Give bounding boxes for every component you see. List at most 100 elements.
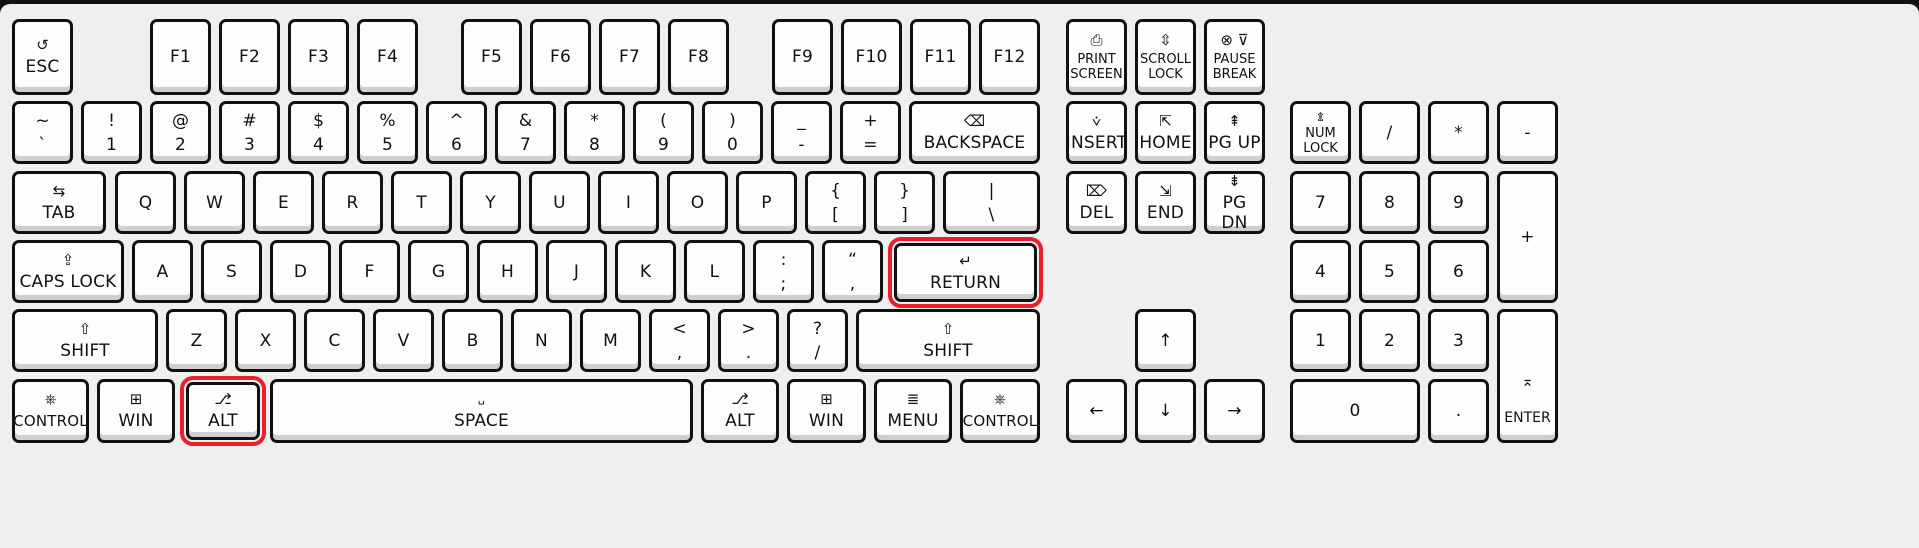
key-right-win[interactable]: ⊞ WIN bbox=[787, 379, 866, 443]
key-comma[interactable]: <, bbox=[649, 309, 710, 372]
key-5[interactable]: % 5 bbox=[357, 101, 418, 164]
key-num-5[interactable]: 5 bbox=[1359, 240, 1420, 303]
key-4[interactable]: $4 bbox=[288, 101, 349, 164]
key-f6[interactable]: F6 bbox=[530, 19, 591, 95]
key-h[interactable]: H bbox=[477, 240, 538, 303]
key-m[interactable]: M bbox=[580, 309, 641, 372]
key-num-3[interactable]: 3 bbox=[1428, 309, 1489, 372]
key-r[interactable]: R bbox=[322, 171, 383, 234]
key-a[interactable]: A bbox=[132, 240, 193, 303]
key-arrow-right[interactable]: → bbox=[1204, 379, 1265, 443]
key-minus[interactable]: _ - bbox=[771, 101, 832, 164]
key-2[interactable]: @2 bbox=[150, 101, 211, 164]
key-w[interactable]: W bbox=[184, 171, 245, 234]
key-left-shift[interactable]: ⇧ SHIFT bbox=[12, 309, 158, 372]
key-f11[interactable]: F11 bbox=[910, 19, 971, 95]
key-quote[interactable]: “, bbox=[822, 240, 883, 303]
key-6[interactable]: ^ 6 bbox=[426, 101, 487, 164]
key-page-up[interactable]: ⇞ PG UP bbox=[1204, 101, 1265, 164]
key-num-enter[interactable]: ⌅ ENTER bbox=[1497, 309, 1558, 443]
key-j[interactable]: J bbox=[546, 240, 607, 303]
key-num-minus[interactable]: - bbox=[1497, 101, 1558, 164]
key-page-down[interactable]: ⇟ PG DN bbox=[1204, 171, 1265, 234]
key-u[interactable]: U bbox=[529, 171, 590, 234]
key-num-lock[interactable]: ⇭ NUM LOCK bbox=[1290, 101, 1351, 164]
key-space[interactable]: ␣ SPACE bbox=[270, 379, 693, 443]
key-caps-lock[interactable]: ⇪ CAPS LOCK bbox=[12, 240, 124, 303]
key-backtick[interactable]: ~ ` bbox=[12, 101, 73, 164]
key-f8[interactable]: F8 bbox=[668, 19, 729, 95]
key-7[interactable]: & 7 bbox=[495, 101, 556, 164]
key-f1[interactable]: F1 bbox=[150, 19, 211, 95]
key-left-control[interactable]: ⎈ CONTROL bbox=[12, 379, 89, 443]
key-pause-break[interactable]: ⊗ ⊽ PAUSE BREAK bbox=[1204, 19, 1265, 95]
key-3[interactable]: #3 bbox=[219, 101, 280, 164]
key-z[interactable]: Z bbox=[166, 309, 227, 372]
key-num-8[interactable]: 8 bbox=[1359, 171, 1420, 234]
key-y[interactable]: Y bbox=[460, 171, 521, 234]
key-8[interactable]: * 8 bbox=[564, 101, 625, 164]
key-x[interactable]: X bbox=[235, 309, 296, 372]
key-num-decimal[interactable]: . bbox=[1428, 379, 1489, 443]
key-num-1[interactable]: 1 bbox=[1290, 309, 1351, 372]
key-num-9[interactable]: 9 bbox=[1428, 171, 1489, 234]
key-scroll-lock[interactable]: ⇳ SCROLL LOCK bbox=[1135, 19, 1196, 95]
key-left-win[interactable]: ⊞ WIN bbox=[97, 379, 175, 443]
key-semicolon[interactable]: :; bbox=[753, 240, 814, 303]
key-num-6[interactable]: 6 bbox=[1428, 240, 1489, 303]
key-e[interactable]: E bbox=[253, 171, 314, 234]
key-q[interactable]: Q bbox=[115, 171, 176, 234]
key-d[interactable]: D bbox=[270, 240, 331, 303]
key-num-0[interactable]: 0 bbox=[1290, 379, 1420, 443]
key-right-control[interactable]: ⎈ CONTROL bbox=[960, 379, 1040, 443]
key-b[interactable]: B bbox=[442, 309, 503, 372]
key-f12[interactable]: F12 bbox=[979, 19, 1040, 95]
key-menu[interactable]: ≣ MENU bbox=[874, 379, 952, 443]
key-esc[interactable]: ↺ ESC bbox=[12, 19, 73, 95]
key-t[interactable]: T bbox=[391, 171, 452, 234]
key-f[interactable]: F bbox=[339, 240, 400, 303]
key-return[interactable]: ↵ RETURN bbox=[888, 237, 1043, 308]
key-arrow-left[interactable]: ← bbox=[1066, 379, 1127, 443]
key-period[interactable]: >. bbox=[718, 309, 779, 372]
key-right-alt[interactable]: ⎇ ALT bbox=[701, 379, 779, 443]
key-num-divide[interactable]: / bbox=[1359, 101, 1420, 164]
key-f9[interactable]: F9 bbox=[772, 19, 833, 95]
key-0[interactable]: ) 0 bbox=[702, 101, 763, 164]
key-num-7[interactable]: 7 bbox=[1290, 171, 1351, 234]
key-k[interactable]: K bbox=[615, 240, 676, 303]
key-delete[interactable]: ⌦ DEL bbox=[1066, 171, 1127, 234]
key-num-4[interactable]: 4 bbox=[1290, 240, 1351, 303]
key-home[interactable]: ⇱ HOME bbox=[1135, 101, 1196, 164]
key-9[interactable]: (9 bbox=[633, 101, 694, 164]
key-f2[interactable]: F2 bbox=[219, 19, 280, 95]
key-left-alt[interactable]: ⎇ ALT bbox=[180, 376, 266, 446]
key-insert[interactable]: ⩒ INSERT bbox=[1066, 101, 1127, 164]
key-l[interactable]: L bbox=[684, 240, 745, 303]
key-left-bracket[interactable]: {[ bbox=[805, 171, 866, 234]
key-p[interactable]: P bbox=[736, 171, 797, 234]
key-i[interactable]: I bbox=[598, 171, 659, 234]
key-f3[interactable]: F3 bbox=[288, 19, 349, 95]
key-n[interactable]: N bbox=[511, 309, 572, 372]
key-f7[interactable]: F7 bbox=[599, 19, 660, 95]
key-s[interactable]: S bbox=[201, 240, 262, 303]
key-arrow-down[interactable]: ↓ bbox=[1135, 379, 1196, 443]
key-print-screen[interactable]: ⎙ PRINT SCREEN bbox=[1066, 19, 1127, 95]
key-right-bracket[interactable]: }] bbox=[874, 171, 935, 234]
key-arrow-up[interactable]: ↑ bbox=[1135, 309, 1196, 372]
key-f10[interactable]: F10 bbox=[841, 19, 902, 95]
key-g[interactable]: G bbox=[408, 240, 469, 303]
key-backslash[interactable]: | \ bbox=[943, 171, 1040, 234]
key-num-multiply[interactable]: * bbox=[1428, 101, 1489, 164]
key-v[interactable]: V bbox=[373, 309, 434, 372]
key-end[interactable]: ⇲ END bbox=[1135, 171, 1196, 234]
key-1[interactable]: ! 1 bbox=[81, 101, 142, 164]
key-num-plus[interactable]: + bbox=[1497, 171, 1558, 303]
key-o[interactable]: O bbox=[667, 171, 728, 234]
key-num-2[interactable]: 2 bbox=[1359, 309, 1420, 372]
key-tab[interactable]: ⇆ TAB bbox=[12, 171, 106, 234]
key-right-shift[interactable]: ⇧ SHIFT bbox=[856, 309, 1040, 372]
key-c[interactable]: C bbox=[304, 309, 365, 372]
key-slash[interactable]: ? / bbox=[787, 309, 848, 372]
